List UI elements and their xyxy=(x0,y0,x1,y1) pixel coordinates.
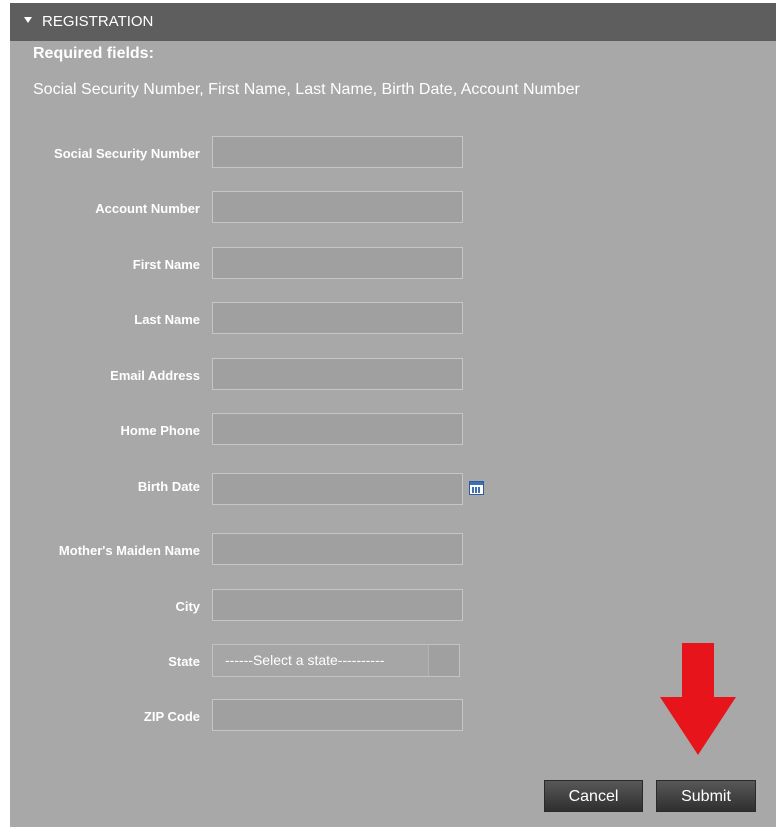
required-fields-list: Social Security Number, First Name, Last… xyxy=(33,81,580,98)
zip-code-label: ZIP Code xyxy=(143,709,200,724)
zip-code-field[interactable] xyxy=(212,699,463,731)
account-number-field[interactable] xyxy=(212,191,463,223)
birth-date-label: Birth Date xyxy=(137,479,200,494)
email-address-label: Email Address xyxy=(110,368,200,383)
state-selected-value: ------Select a state---------- xyxy=(225,652,385,668)
birth-date-field[interactable] xyxy=(212,473,463,505)
section-title: REGISTRATION xyxy=(42,13,154,30)
calendar-grid xyxy=(472,487,481,493)
cancel-button[interactable]: Cancel xyxy=(544,780,643,812)
last-name-field[interactable] xyxy=(212,302,463,334)
city-field[interactable] xyxy=(212,589,463,621)
state-dropdown-button[interactable] xyxy=(428,645,459,676)
collapse-triangle-icon[interactable] xyxy=(24,17,32,23)
first-name-label: First Name xyxy=(132,257,200,272)
calendar-icon[interactable] xyxy=(469,481,484,495)
submit-button[interactable]: Submit xyxy=(656,780,756,812)
last-name-label: Last Name xyxy=(134,312,200,327)
registration-header[interactable]: REGISTRATION xyxy=(10,3,776,41)
maiden-name-field[interactable] xyxy=(212,533,463,565)
account-number-label: Account Number xyxy=(95,201,200,216)
city-label: City xyxy=(175,599,200,614)
first-name-field[interactable] xyxy=(212,247,463,279)
red-down-arrow-icon xyxy=(660,643,736,755)
required-fields-title: Required fields: xyxy=(33,45,154,62)
maiden-name-label: Mother's Maiden Name xyxy=(58,543,200,558)
ssn-field[interactable] xyxy=(212,136,463,168)
email-address-field[interactable] xyxy=(212,358,463,390)
calendar-header-strip xyxy=(470,482,483,485)
state-label: State xyxy=(168,654,200,669)
ssn-label: Social Security Number xyxy=(54,146,200,161)
state-select[interactable]: ------Select a state---------- xyxy=(212,644,460,677)
home-phone-field[interactable] xyxy=(212,413,463,445)
home-phone-label: Home Phone xyxy=(120,423,200,438)
